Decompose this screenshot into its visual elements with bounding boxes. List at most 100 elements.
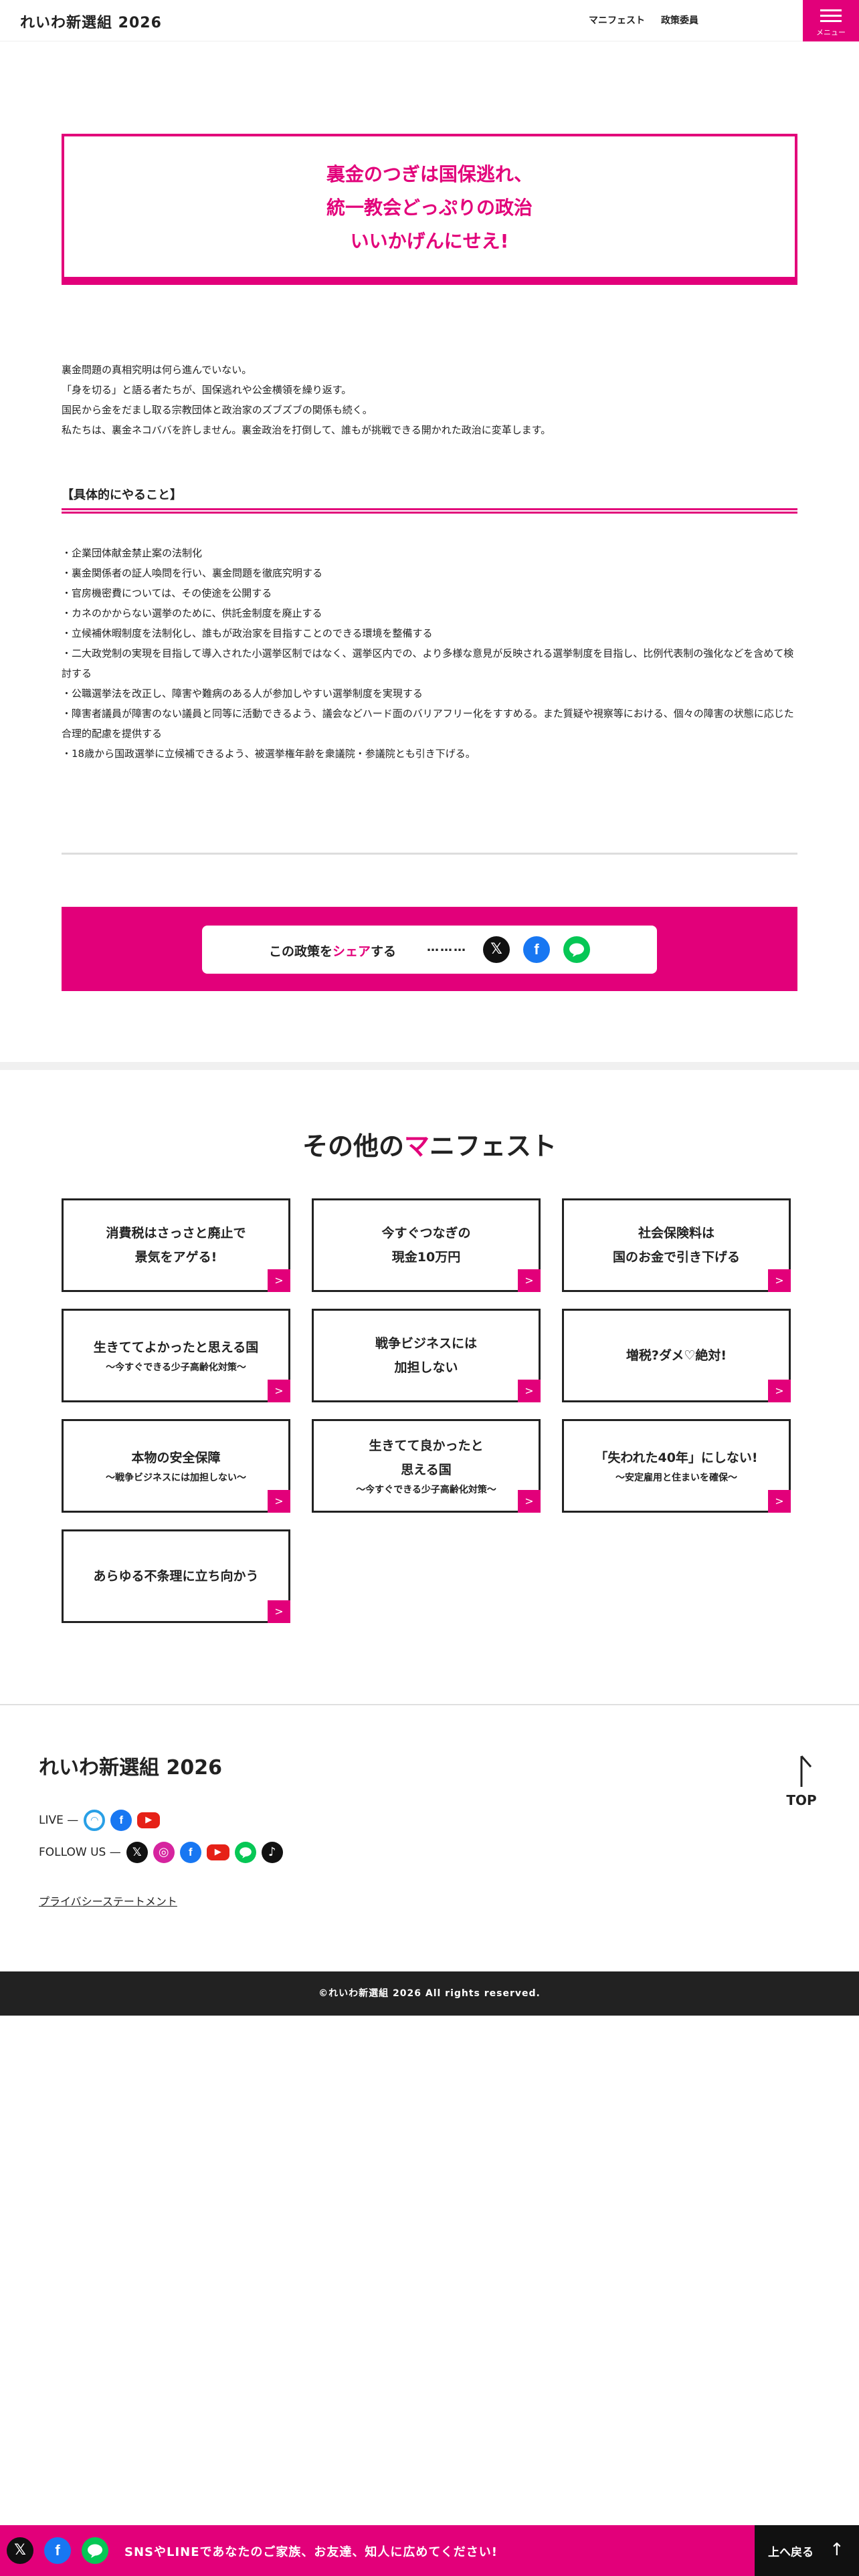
card-title-line: 本物の安全保障 xyxy=(131,1451,221,1465)
card-subtitle: 〜今すぐできる少子高齢化対策〜 xyxy=(356,1485,496,1495)
menu-label: メニュー xyxy=(816,28,846,37)
back-to-top-button[interactable]: TOP xyxy=(781,1752,822,1808)
facebook-icon[interactable]: f xyxy=(44,2537,71,2564)
follow-row: FOLLOW US — 𝕏 ◎ f ▶ ♪ xyxy=(39,1842,283,1863)
card-title-line: 生きてて良かったと xyxy=(369,1438,484,1453)
chevron-right-icon: > xyxy=(518,1490,541,1513)
menu-button[interactable]: メニュー xyxy=(803,0,859,41)
site-header: れいわ新選組 2026 マニフェスト 政策委員 メニュー xyxy=(0,0,859,41)
line-icon[interactable] xyxy=(82,2537,108,2564)
manifesto-card[interactable]: 生きててよかったと思える国〜今すぐできる少子高齢化対策〜 > xyxy=(62,1309,290,1402)
top-label: TOP xyxy=(786,1792,817,1808)
facebook-icon[interactable]: f xyxy=(179,1842,201,1863)
headline-line: いいかげんにせえ! xyxy=(350,230,509,252)
manifesto-card[interactable]: 社会保険料は国のお金で引き下げる > xyxy=(562,1198,791,1292)
chevron-right-icon: > xyxy=(268,1600,290,1623)
manifesto-card[interactable]: 今すぐつなぎの 現金10万円 > xyxy=(312,1198,541,1292)
manifesto-card[interactable]: 本物の安全保障 〜戦争ビジネスには加担しない〜 > xyxy=(62,1419,290,1513)
main-nav: マニフェスト 政策委員 xyxy=(589,13,698,27)
chevron-right-icon: > xyxy=(518,1380,541,1402)
x-icon[interactable]: 𝕏 xyxy=(483,936,510,963)
card-title-line: あらゆる不条理に立ち向かう xyxy=(93,1569,259,1584)
footer-logo[interactable]: れいわ新選組 2026 xyxy=(39,1751,222,1780)
section-separator xyxy=(0,1062,859,1070)
card-title-line: 戦争ビジネスには xyxy=(375,1336,477,1351)
card-title-line: 社会保険料は xyxy=(638,1226,714,1241)
policy-item: ・障害者議員が障害のない議員と同等に活動できるよう、議会などハード面のバリアフリ… xyxy=(62,708,794,740)
manifesto-card[interactable]: あらゆる不条理に立ち向かう > xyxy=(62,1529,290,1623)
policy-intro: 裏金問題の真相究明は何ら進んでいない。 「身を切る」と語る者たちが、国保逃れや公… xyxy=(62,360,797,440)
facebook-icon[interactable]: f xyxy=(523,936,550,963)
section-divider xyxy=(62,508,797,514)
tiktok-icon[interactable]: ♪ xyxy=(261,1842,283,1863)
title-suffix: ニフェスト xyxy=(430,1132,557,1161)
instagram-icon[interactable]: ◎ xyxy=(153,1842,175,1863)
card-title-line: 加担しない xyxy=(394,1360,458,1375)
share-banner: この政策をシェアする ……… 𝕏 f xyxy=(62,907,797,991)
card-subtitle: 〜戦争ビジネスには加担しない〜 xyxy=(106,1473,246,1483)
live-label: LIVE — xyxy=(39,1814,79,1827)
manifesto-card[interactable]: 消費税はさっさと廃止で 景気をアゲる! > xyxy=(62,1198,290,1292)
intro-line: 裏金問題の真相究明は何ら進んでいない。 xyxy=(62,364,252,376)
copyright: ©れいわ新選組 2026 All rights reserved. xyxy=(0,1971,859,2016)
youtube-icon[interactable]: ▶ xyxy=(206,1844,229,1860)
nav-policy-committee[interactable]: 政策委員 xyxy=(661,13,698,27)
card-title-line: 今すぐつなぎの xyxy=(381,1226,471,1241)
facebook-icon[interactable]: f xyxy=(110,1810,132,1831)
follow-label: FOLLOW US — xyxy=(39,1846,121,1859)
share-text: この政策をシェアする xyxy=(269,942,396,960)
policy-item: ・二大政党制の実現を目指して導入された小選挙区制ではなく、選挙区内での、より多様… xyxy=(62,647,794,679)
back-to-top-bar-button[interactable]: 上へ戻る ↑ xyxy=(755,2525,859,2576)
privacy-link[interactable]: プライバシーステートメント xyxy=(39,1893,177,1909)
card-title-line: 消費税はさっさと廃止で xyxy=(106,1226,246,1241)
nav-manifest[interactable]: マニフェスト xyxy=(589,13,645,27)
policy-item: ・18歳から国政選挙に立候補できるよう、被選挙権年齢を衆議院・参議院とも引き下げ… xyxy=(62,748,476,760)
chevron-right-icon: > xyxy=(768,1269,791,1292)
card-subtitle: 〜安定雇用と住まいを確保〜 xyxy=(615,1473,737,1483)
x-icon[interactable]: 𝕏 xyxy=(7,2537,33,2564)
live-stream-icon[interactable]: ◠ xyxy=(84,1810,106,1831)
footer-divider xyxy=(0,1704,859,1705)
policy-headline-box: 裏金のつぎは国保逃れ、 統一教会どっぷりの政治 いいかげんにせえ! xyxy=(62,134,797,285)
card-title-line: 思える国 xyxy=(401,1463,452,1477)
share-text-highlight: シェア xyxy=(332,944,371,959)
chevron-right-icon: > xyxy=(768,1380,791,1402)
title-highlight: マ xyxy=(403,1132,430,1161)
back-label: 上へ戻る xyxy=(768,2546,814,2559)
line-icon[interactable] xyxy=(563,936,590,963)
sns-share-bar: 𝕏 f SNSやLINEであなたのご家族、お友達、知人に広めてください! 上へ戻… xyxy=(0,2525,859,2576)
chevron-right-icon: > xyxy=(518,1269,541,1292)
card-title-line: 景気をアゲる! xyxy=(134,1250,217,1265)
card-subtitle: 〜今すぐできる少子高齢化対策〜 xyxy=(106,1362,246,1373)
chevron-right-icon: > xyxy=(768,1490,791,1513)
manifesto-card[interactable]: 戦争ビジネスには 加担しない > xyxy=(312,1309,541,1402)
card-title-line: 国のお金で引き下げる xyxy=(612,1250,740,1265)
headline-line: 統一教会どっぷりの政治 xyxy=(326,197,533,219)
share-text-prefix: この政策を xyxy=(269,944,333,959)
policy-list: ・企業団体献金禁止案の法制化 ・裏金関係者の証人喚問を行い、裏金問題を徹底究明す… xyxy=(62,543,797,764)
share-text-suffix: する xyxy=(371,944,397,959)
site-logo[interactable]: れいわ新選組 2026 xyxy=(20,11,162,32)
divider xyxy=(62,853,797,855)
youtube-icon[interactable]: ▶ xyxy=(137,1812,161,1828)
manifesto-card[interactable]: 「失われた40年」にしない! 〜安定雇用と住まいを確保〜 > xyxy=(562,1419,791,1513)
title-prefix: その他の xyxy=(302,1132,404,1161)
intro-line: 国民から金をだまし取る宗教団体と政治家のズブズブの関係も続く。 xyxy=(62,404,373,416)
policy-item: ・立候補休暇制度を法制化し、誰もが政治家を目指すことのできる環境を整備する xyxy=(62,627,433,639)
hamburger-icon-bar xyxy=(820,15,842,17)
x-icon[interactable]: 𝕏 xyxy=(126,1842,148,1863)
chevron-right-icon: > xyxy=(268,1269,290,1292)
chevron-right-icon: > xyxy=(268,1380,290,1402)
other-manifesto-title: その他のマニフェスト xyxy=(0,1125,859,1162)
manifesto-card[interactable]: 生きてて良かったと 思える国〜今すぐできる少子高齢化対策〜 > xyxy=(312,1419,541,1513)
card-title-line: 現金10万円 xyxy=(391,1250,461,1265)
headline-line: 裏金のつぎは国保逃れ、 xyxy=(326,163,533,185)
line-icon[interactable] xyxy=(234,1842,256,1863)
arrow-up-icon xyxy=(800,1755,812,1787)
intro-line: 私たちは、裏金ネコババを許しません。裏金政治を打倒して、誰もが挑戦できる開かれた… xyxy=(62,424,551,436)
card-title-line: 生きててよかったと思える国 xyxy=(93,1340,259,1355)
intro-line: 「身を切る」と語る者たちが、国保逃れや公金横領を繰り返す。 xyxy=(62,384,352,396)
share-box: この政策をシェアする ……… 𝕏 f xyxy=(202,926,657,974)
manifesto-card[interactable]: 増税?ダメ♡絶対! > xyxy=(562,1309,791,1402)
arrow-up-icon: ↑ xyxy=(830,2540,844,2560)
